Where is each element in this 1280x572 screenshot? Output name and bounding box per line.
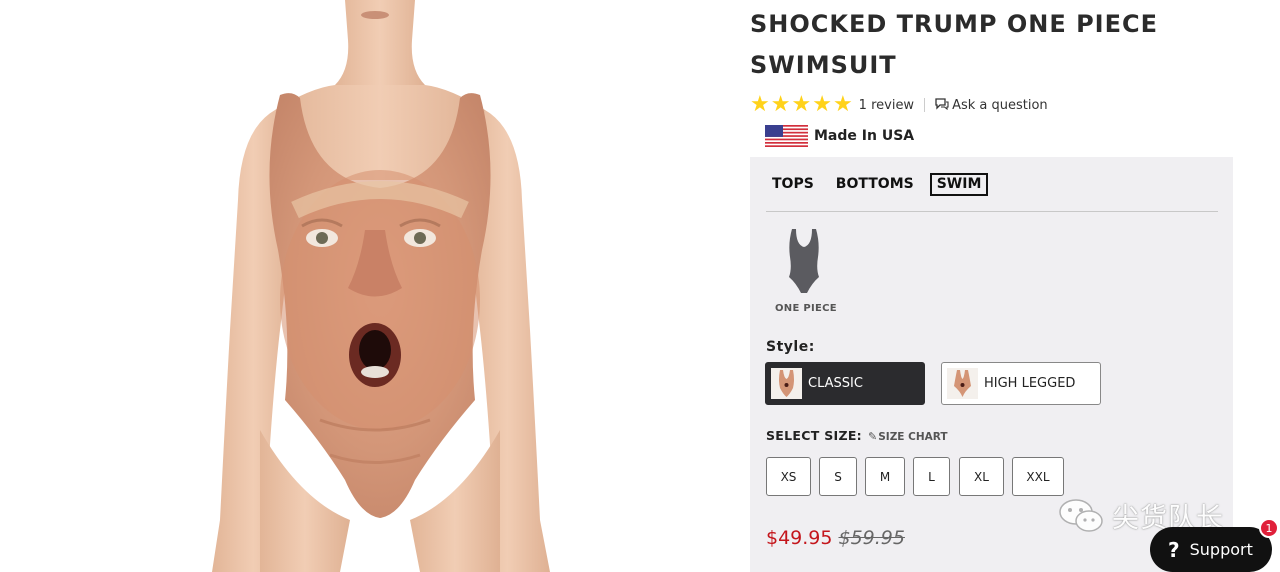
review-link[interactable]: 1 review	[859, 98, 914, 113]
star-rating[interactable]: ★ ★ ★ ★ ★	[750, 94, 853, 116]
style-high-legged-button[interactable]: HIGH LEGGED	[941, 362, 1101, 405]
pencil-icon: ✎	[868, 430, 878, 443]
star-icon: ★	[770, 92, 791, 117]
cut-label: ONE PIECE	[775, 303, 837, 314]
speech-bubble-icon	[935, 97, 949, 113]
original-price: $59.95	[838, 527, 905, 549]
category-tabs: TOPS BOTTOMS SWIM	[766, 173, 989, 196]
one-piece-swimsuit-icon	[789, 229, 819, 293]
notification-badge: 1	[1259, 518, 1279, 538]
size-xxl-button[interactable]: XXL	[1012, 457, 1064, 496]
size-s-button[interactable]: S	[819, 457, 857, 496]
star-icon: ★	[812, 92, 832, 117]
style-high-legged-label: HIGH LEGGED	[984, 376, 1076, 391]
price-block: $49.95 $59.95	[766, 527, 905, 549]
made-in-usa: Made In USA	[765, 124, 1250, 148]
panel-divider	[766, 211, 1218, 212]
size-m-button[interactable]: M	[865, 457, 905, 496]
tab-swim[interactable]: SWIM	[929, 173, 989, 196]
rating-row: ★ ★ ★ ★ ★ 1 review Ask a question	[750, 94, 1250, 116]
size-l-button[interactable]: L	[913, 457, 950, 496]
style-label: Style:	[766, 339, 815, 355]
size-xs-button[interactable]: XS	[766, 457, 811, 496]
us-flag-icon	[765, 125, 808, 147]
origin-label: Made In USA	[814, 128, 915, 144]
current-price: $49.95	[766, 527, 833, 549]
star-icon: ★	[832, 92, 853, 117]
ask-question-link[interactable]: Ask a question	[952, 98, 1048, 113]
select-size-label: SELECT SIZE:	[766, 428, 862, 443]
cut-option-one-piece[interactable]: ONE PIECE	[775, 227, 837, 314]
star-icon: ★	[791, 92, 812, 117]
support-label: Support	[1189, 540, 1253, 559]
wechat-icon	[1059, 498, 1103, 532]
product-photo	[212, 0, 550, 572]
support-chat-button[interactable]: ? Support	[1150, 527, 1272, 572]
classic-thumbnail	[771, 368, 802, 399]
size-options: XS S M L XL XXL	[766, 457, 1072, 496]
help-icon: ?	[1168, 537, 1180, 562]
product-info: SHOCKED TRUMP ONE PIECE SWIMSUIT ★ ★ ★ ★…	[750, 0, 1250, 148]
star-icon: ★	[750, 92, 770, 117]
product-title: SHOCKED TRUMP ONE PIECE SWIMSUIT	[750, 10, 1158, 79]
product-image[interactable]	[200, 0, 560, 572]
size-xl-button[interactable]: XL	[959, 457, 1004, 496]
style-classic-label: CLASSIC	[808, 376, 863, 391]
tab-bottoms[interactable]: BOTTOMS	[830, 173, 920, 196]
size-chart-label: SIZE CHART	[878, 431, 948, 443]
divider	[924, 98, 926, 112]
high-legged-thumbnail	[947, 368, 978, 399]
size-chart-link[interactable]: ✎SIZE CHART	[868, 430, 948, 443]
tab-tops[interactable]: TOPS	[766, 173, 820, 196]
style-classic-button[interactable]: CLASSIC	[765, 362, 925, 405]
